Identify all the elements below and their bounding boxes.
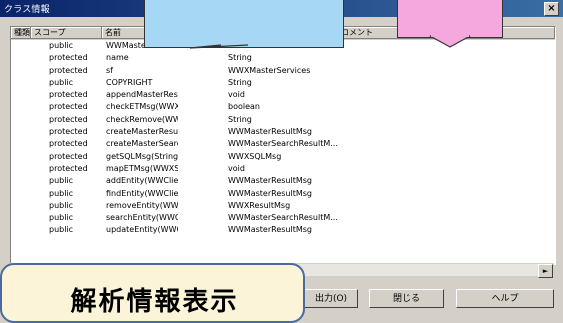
caption-text: 解析情報表示 — [70, 287, 239, 317]
caption-box: 解析情報表示 — [0, 263, 305, 323]
